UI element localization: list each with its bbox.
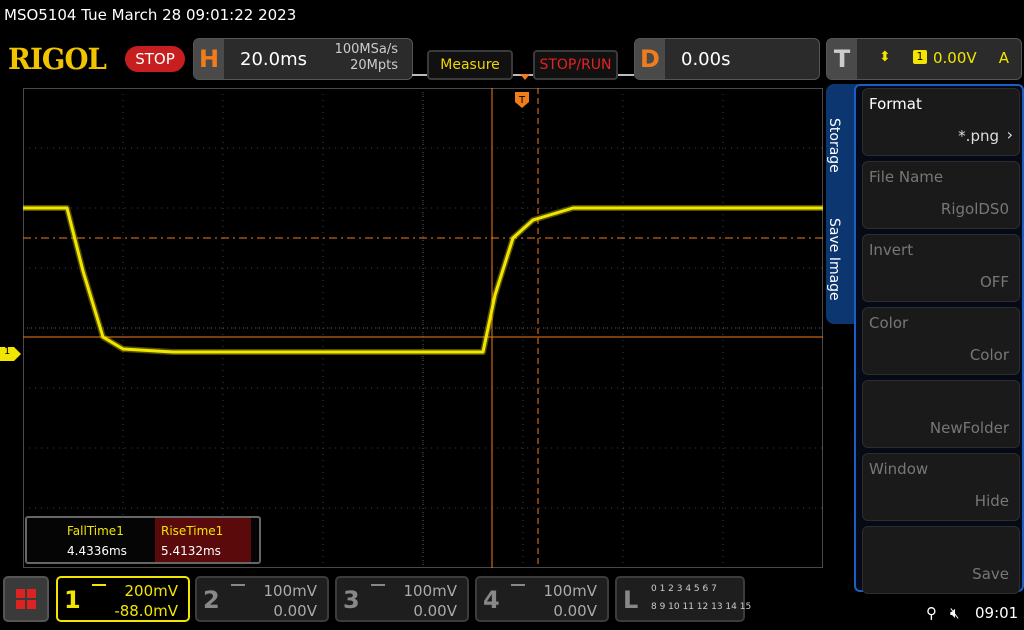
storage-menu: Storage Save Image Format *.png › File N…	[826, 84, 1024, 594]
horizontal-panel[interactable]: H 20.0ms 100MSa/s 20Mpts	[193, 38, 413, 80]
bottom-bar: 1 200mV -88.0mV 2 100mV 0.00V 3 100mV 0.…	[0, 572, 1024, 630]
top-bar: RIGOL STOP H 20.0ms 100MSa/s 20Mpts Meas…	[0, 36, 1024, 84]
channel-1-offset: -88.0mV	[114, 602, 178, 620]
trigger-panel[interactable]: T ⬍ 1 0.00V A	[826, 38, 1022, 80]
rise-time-label: RiseTime1	[161, 524, 224, 538]
delay-label: D	[635, 39, 665, 79]
channel-2-scale: 100mV	[263, 582, 317, 600]
trigger-time-marker[interactable]: T	[515, 92, 529, 108]
menu-item-window[interactable]: Window Hide	[862, 453, 1020, 521]
measure-button[interactable]: Measure	[427, 50, 513, 80]
measurement-panel: FallTime1 4.4336ms RiseTime1 5.4132ms	[25, 516, 261, 564]
trigger-position-icon	[520, 74, 530, 80]
run-state-badge[interactable]: STOP	[125, 46, 185, 72]
rise-time-value: 5.4132ms	[161, 544, 221, 558]
logic-row-2: 8 9 10 11 12 13 14 15	[651, 602, 752, 612]
menu-frame: Format *.png › File Name RigolDS0 Invert…	[854, 84, 1024, 594]
waveform-display[interactable]	[23, 88, 823, 568]
status-clock: 09:01	[975, 604, 1019, 622]
dc-coupling-icon	[92, 584, 106, 590]
menu-item-value: OFF	[979, 273, 1009, 291]
measurement-rise: RiseTime1 5.4132ms	[155, 518, 251, 562]
channel-4-box[interactable]: 4 100mV 0.00V	[475, 576, 609, 622]
delay-panel[interactable]: D 0.00s	[634, 38, 820, 80]
chevron-right-icon: ›	[1006, 125, 1013, 144]
app-menu-button[interactable]	[3, 576, 49, 622]
logic-channels-box[interactable]: L 0 1 2 3 4 5 6 7 8 9 10 11 12 13 14 15	[615, 576, 751, 622]
menu-item-title: Format	[869, 95, 922, 113]
channel-4-number: 4	[483, 586, 500, 614]
channel-3-scale: 100mV	[403, 582, 457, 600]
title-bar: MSO5104 Tue March 28 09:01:22 2023	[0, 0, 1024, 32]
trigger-mode: A	[998, 49, 1009, 67]
memory-depth: 20Mpts	[350, 58, 398, 73]
channel-4-scale: 100mV	[543, 582, 597, 600]
menu-item-value: Hide	[974, 492, 1009, 510]
menu-tab-save-image: Save Image	[826, 218, 842, 301]
channel-2-number: 2	[203, 586, 220, 614]
menu-item-value: Color	[969, 346, 1009, 364]
stop-run-button[interactable]: STOP/RUN	[533, 50, 618, 80]
menu-item-value: *.png	[958, 127, 999, 145]
sample-rate: 100MSa/s	[334, 42, 398, 57]
menu-tab-storage: Storage	[826, 118, 842, 173]
fall-time-value: 4.4336ms	[67, 544, 127, 558]
menu-item-file-name[interactable]: File Name RigolDS0	[862, 161, 1020, 229]
speaker-mute-icon[interactable]: 🔇︎	[950, 604, 959, 622]
menu-item-title: Color	[869, 314, 909, 332]
trigger-label: T	[827, 39, 857, 79]
grid-menu-icon	[16, 589, 36, 609]
logic-label: L	[623, 586, 639, 614]
menu-item-new-folder[interactable]: NewFolder	[862, 380, 1020, 448]
menu-item-invert[interactable]: Invert OFF	[862, 234, 1020, 302]
trigger-source: 1	[913, 50, 927, 64]
channel-2-offset: 0.00V	[273, 602, 317, 620]
usb-icon: ⚲	[926, 604, 937, 622]
timebase-value: 20.0ms	[240, 49, 307, 70]
ch1-marker-label: 1	[4, 346, 11, 357]
menu-item-title: Window	[869, 460, 929, 478]
channel-3-number: 3	[343, 586, 360, 614]
horizontal-label: H	[194, 39, 224, 79]
delay-value: 0.00s	[681, 49, 731, 70]
channel-1-number: 1	[64, 586, 81, 614]
dc-coupling-icon	[511, 584, 525, 590]
rigol-logo: RIGOL	[8, 42, 107, 76]
channel-2-box[interactable]: 2 100mV 0.00V	[195, 576, 329, 622]
channel-4-offset: 0.00V	[553, 602, 597, 620]
device-datetime: MSO5104 Tue March 28 09:01:22 2023	[4, 6, 297, 24]
logic-row-1: 0 1 2 3 4 5 6 7	[651, 584, 717, 594]
waveform-svg[interactable]	[23, 88, 823, 568]
ch1-level-marker[interactable]: 1	[0, 346, 21, 361]
channel-1-box[interactable]: 1 200mV -88.0mV	[56, 576, 190, 622]
menu-item-value: NewFolder	[929, 419, 1009, 437]
menu-item-color[interactable]: Color Color	[862, 307, 1020, 375]
measurement-fall: FallTime1 4.4336ms	[61, 518, 157, 562]
svg-text:T: T	[518, 95, 526, 106]
trigger-level: 0.00V	[933, 49, 977, 67]
channel-1-scale: 200mV	[124, 582, 178, 600]
channel-3-box[interactable]: 3 100mV 0.00V	[335, 576, 469, 622]
menu-item-format[interactable]: Format *.png ›	[862, 88, 1020, 156]
dc-coupling-icon	[231, 584, 245, 590]
menu-item-value: RigolDS0	[940, 200, 1009, 218]
menu-item-title: Invert	[869, 241, 914, 259]
dc-coupling-icon	[371, 584, 385, 590]
menu-item-title: File Name	[869, 168, 944, 186]
trigger-edge-icon: ⬍	[879, 49, 891, 65]
fall-time-label: FallTime1	[67, 524, 124, 538]
channel-3-offset: 0.00V	[413, 602, 457, 620]
